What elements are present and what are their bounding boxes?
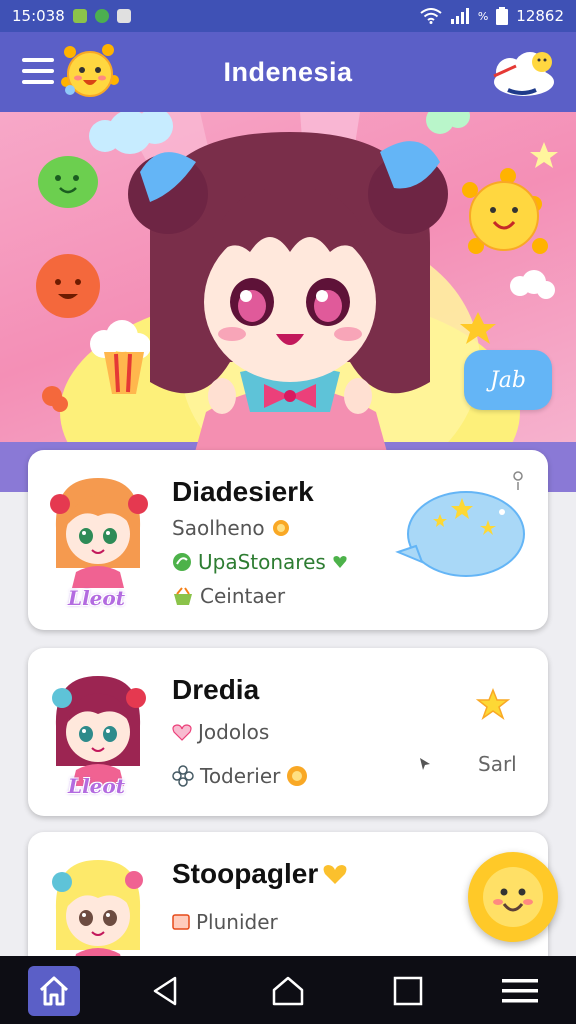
card-title: Dredia	[172, 674, 260, 705]
green-blob	[38, 156, 98, 208]
card-category: Toderier	[172, 764, 308, 788]
cursor-icon	[420, 758, 430, 770]
hero-action-button[interactable]: Jab	[464, 350, 552, 410]
character-card[interactable]: Lleot Diadesierk Saolheno UpaStonares Ce…	[28, 450, 548, 630]
hamburger-icon	[502, 979, 538, 1003]
app-notification-icon	[94, 9, 109, 23]
recents-button[interactable]	[382, 966, 434, 1016]
app-bar: Indenesia	[0, 32, 576, 112]
card-title: Diadesierk	[172, 476, 314, 507]
notification-icon	[72, 9, 87, 23]
card-subtitle-text: Plunider	[196, 910, 278, 934]
wifi-icon	[420, 8, 442, 24]
heart-icon	[323, 865, 347, 884]
home-outline-icon	[272, 976, 304, 1006]
character-card[interactable]: Lleot Dredia Jodolos Toderier Sarl	[28, 648, 548, 816]
battery-icon	[496, 7, 509, 25]
trophy-icon	[272, 520, 289, 536]
status-time-left: 15:038	[12, 7, 65, 25]
status-time-right: 12862	[516, 7, 564, 25]
hero-banner: Jab	[0, 112, 576, 492]
basket-icon	[174, 587, 192, 605]
card-category-text: Toderier	[200, 764, 281, 788]
card-subtitle: Saolheno	[172, 516, 291, 540]
card-subtitle-text: Jodolos	[198, 720, 270, 744]
card-subtitle: Plunider	[172, 910, 278, 934]
smiley-icon	[483, 867, 543, 927]
card-status: UpaStonares	[172, 550, 348, 574]
tag-icon	[172, 914, 190, 930]
flower-icon	[172, 765, 194, 787]
mascot-fab-button[interactable]	[468, 852, 558, 942]
overflow-icon[interactable]	[512, 470, 524, 492]
recents-icon	[393, 976, 423, 1006]
level-badge: Lleot	[68, 774, 125, 798]
card-subtitle-text: Saolheno	[172, 516, 265, 540]
heart-icon	[333, 556, 347, 568]
home-tab-button[interactable]	[28, 966, 80, 1016]
home-icon	[39, 976, 69, 1006]
card-title: Stoopagler	[172, 858, 319, 889]
card-action-label[interactable]: Sarl	[478, 752, 517, 776]
system-nav-bar	[0, 956, 576, 1024]
menu-button-nav[interactable]	[494, 966, 546, 1016]
leaf-icon	[173, 553, 191, 571]
back-icon	[153, 976, 177, 1006]
hero-illustration	[0, 112, 576, 492]
signal-label: %	[477, 9, 489, 23]
card-category-text: Ceintaer	[200, 584, 286, 608]
signal-icon	[450, 8, 469, 24]
avatar	[52, 860, 143, 970]
star-icon[interactable]	[476, 688, 510, 722]
status-bar: 15:038 % 12862	[0, 0, 576, 32]
image-notification-icon	[116, 9, 131, 23]
level-badge: Lleot	[68, 586, 125, 610]
home-button[interactable]	[262, 966, 314, 1016]
avatar	[50, 478, 148, 588]
coin-icon	[287, 766, 308, 786]
avatar	[52, 676, 146, 786]
heart-icon	[172, 724, 192, 741]
card-category: Ceintaer	[172, 584, 285, 608]
cloud-moon-icon[interactable]	[488, 42, 558, 102]
back-button[interactable]	[140, 966, 192, 1016]
card-title-row: Stoopagler	[172, 858, 348, 890]
card-subtitle: Jodolos	[172, 720, 269, 744]
speech-bubble-icon[interactable]	[394, 490, 526, 580]
card-status-text: UpaStonares	[198, 550, 326, 574]
